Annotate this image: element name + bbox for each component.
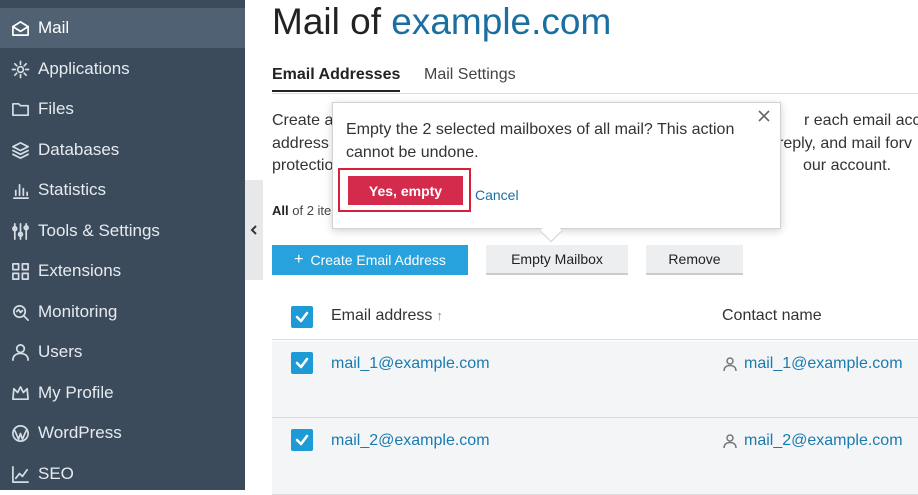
chevron-left-icon [250,225,257,235]
sidebar-item-my-profile[interactable]: My Profile [0,373,245,413]
sort-ascending-icon: ↑ [436,308,443,323]
sidebar-item-label: Statistics [38,180,107,199]
gear-icon [10,59,30,79]
create-email-address-button[interactable]: + Create Email Address [272,245,468,275]
contact-name-link[interactable]: mail_1@example.com [744,355,903,373]
sidebar-item-label: Tools & Settings [38,221,160,240]
confirm-empty-popover: Empty the 2 selected mailboxes of all ma… [332,102,781,243]
checkmark-icon [295,311,309,323]
email-address-link[interactable]: mail_2@example.com [331,432,490,450]
page-title-domain[interactable]: example.com [391,1,611,42]
contact-cell: mail_2@example.com [722,432,903,450]
sidebar: Mail Applications Files Databases Statis… [0,0,245,490]
description-line2-left: address [272,134,329,152]
table-header: Email address ↑ Contact name [272,294,918,340]
checkmark-icon [295,434,309,446]
sidebar-item-statistics[interactable]: Statistics [0,170,245,210]
sidebar-item-files[interactable]: Files [0,89,245,129]
sidebar-item-label: Files [38,99,74,118]
wordpress-icon [10,423,30,443]
profile-crown-icon [10,383,30,403]
confirm-message: Empty the 2 selected mailboxes of all ma… [346,121,735,161]
email-address-link[interactable]: mail_1@example.com [331,355,490,373]
close-icon [758,110,770,122]
sidebar-item-label: Extensions [38,261,122,280]
empty-mailbox-button[interactable]: Empty Mailbox [486,245,628,275]
table-row: mail_1@example.com mail_1@example.com [272,341,918,418]
sidebar-item-label: Databases [38,140,120,159]
sidebar-item-seo[interactable]: SEO [0,454,245,494]
description-line2-right: reply, and mail forv [778,134,912,152]
row-checkbox[interactable] [291,429,313,451]
select-all-checkbox[interactable] [291,306,313,328]
items-count: All of 2 ite [272,203,331,218]
contact-name-link[interactable]: mail_2@example.com [744,432,903,450]
table-row: mail_2@example.com mail_2@example.com [272,418,918,495]
sliders-icon [10,221,30,241]
remove-button[interactable]: Remove [646,245,743,275]
sidebar-item-label: WordPress [38,423,122,442]
sidebar-item-applications[interactable]: Applications [0,49,245,89]
confirm-highlight-frame: Yes, empty [338,168,471,212]
sidebar-item-label: Mail [38,18,70,37]
description-line1-left: Create a [272,112,334,129]
description-line3-left: protectio [272,157,334,174]
sidebar-item-extensions[interactable]: Extensions [0,251,245,291]
tab-mail-settings[interactable]: Mail Settings [424,66,516,84]
tab-email-addresses[interactable]: Email Addresses [272,66,401,92]
sidebar-item-label: My Profile [38,383,114,402]
page-title-prefix: Mail of [272,1,381,42]
tab-bar: Email Addresses Mail Settings [272,62,918,94]
user-icon [723,434,737,449]
layers-icon [10,140,30,160]
column-header-email[interactable]: Email address ↑ [331,307,443,325]
sidebar-item-label: Monitoring [38,302,118,321]
close-popover-button[interactable] [757,109,773,125]
cancel-link[interactable]: Cancel [475,187,519,203]
contact-cell: mail_1@example.com [722,355,903,373]
monitor-search-icon [10,302,30,322]
grid-icon [10,261,30,281]
create-email-address-label: Create Email Address [310,252,446,268]
sidebar-item-wordpress[interactable]: WordPress [0,413,245,453]
user-icon [10,342,30,362]
folder-icon [10,99,30,119]
mail-icon [10,18,30,38]
column-header-contact[interactable]: Contact name [722,307,822,325]
sidebar-item-label: Applications [38,59,130,78]
checkmark-icon [295,357,309,369]
plus-icon: + [294,251,304,268]
sidebar-item-label: SEO [38,464,74,483]
sidebar-item-databases[interactable]: Databases [0,130,245,170]
sidebar-item-monitoring[interactable]: Monitoring [0,292,245,332]
seo-chart-icon [10,464,30,484]
items-count-rest: of 2 ite [288,203,332,218]
sidebar-item-tools-settings[interactable]: Tools & Settings [0,211,245,251]
description-line1-right: r each email accou [804,112,918,129]
popover-arrow [539,219,563,243]
sidebar-collapse-button[interactable] [245,180,263,280]
bar-chart-icon [10,180,30,200]
items-count-bold: All [272,203,289,218]
sidebar-item-users[interactable]: Users [0,332,245,372]
user-icon [723,357,737,372]
page-title: Mail of example.com [272,0,611,44]
row-checkbox[interactable] [291,352,313,374]
sidebar-item-label: Users [38,342,83,361]
description-line3-right: our account. [803,157,892,174]
yes-empty-button[interactable]: Yes, empty [348,176,463,205]
sidebar-item-mail[interactable]: Mail [0,8,245,48]
